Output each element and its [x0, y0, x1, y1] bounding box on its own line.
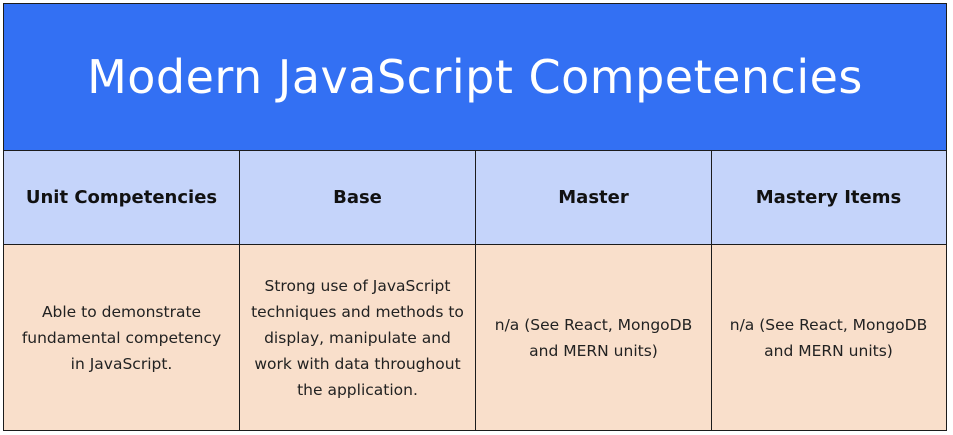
cell-mastery-items-text: n/a (See React, MongoDB and MERN units): [729, 316, 928, 360]
cell-base: Strong use of JavaScript techniques and …: [240, 245, 476, 430]
cell-mastery-items: n/a (See React, MongoDB and MERN units): [712, 245, 945, 430]
header-unit-competencies: Unit Competencies: [4, 151, 240, 244]
title-bar: Modern JavaScript Competencies: [4, 4, 946, 151]
table-header-row: Unit Competencies Base Master Mastery It…: [4, 151, 946, 245]
header-base: Base: [240, 151, 476, 244]
cell-unit-competencies-text: Able to demonstrate fundamental competen…: [21, 303, 222, 373]
cell-master: n/a (See React, MongoDB and MERN units): [476, 245, 712, 430]
competencies-card: Modern JavaScript Competencies Unit Comp…: [3, 3, 947, 431]
header-master: Master: [476, 151, 712, 244]
table-row: Able to demonstrate fundamental competen…: [4, 245, 946, 430]
cell-unit-competencies: Able to demonstrate fundamental competen…: [4, 245, 240, 430]
cell-base-text: Strong use of JavaScript techniques and …: [251, 277, 464, 399]
page-title: Modern JavaScript Competencies: [87, 50, 863, 104]
cell-master-text: n/a (See React, MongoDB and MERN units): [494, 316, 693, 360]
header-mastery-items: Mastery Items: [755, 187, 902, 208]
